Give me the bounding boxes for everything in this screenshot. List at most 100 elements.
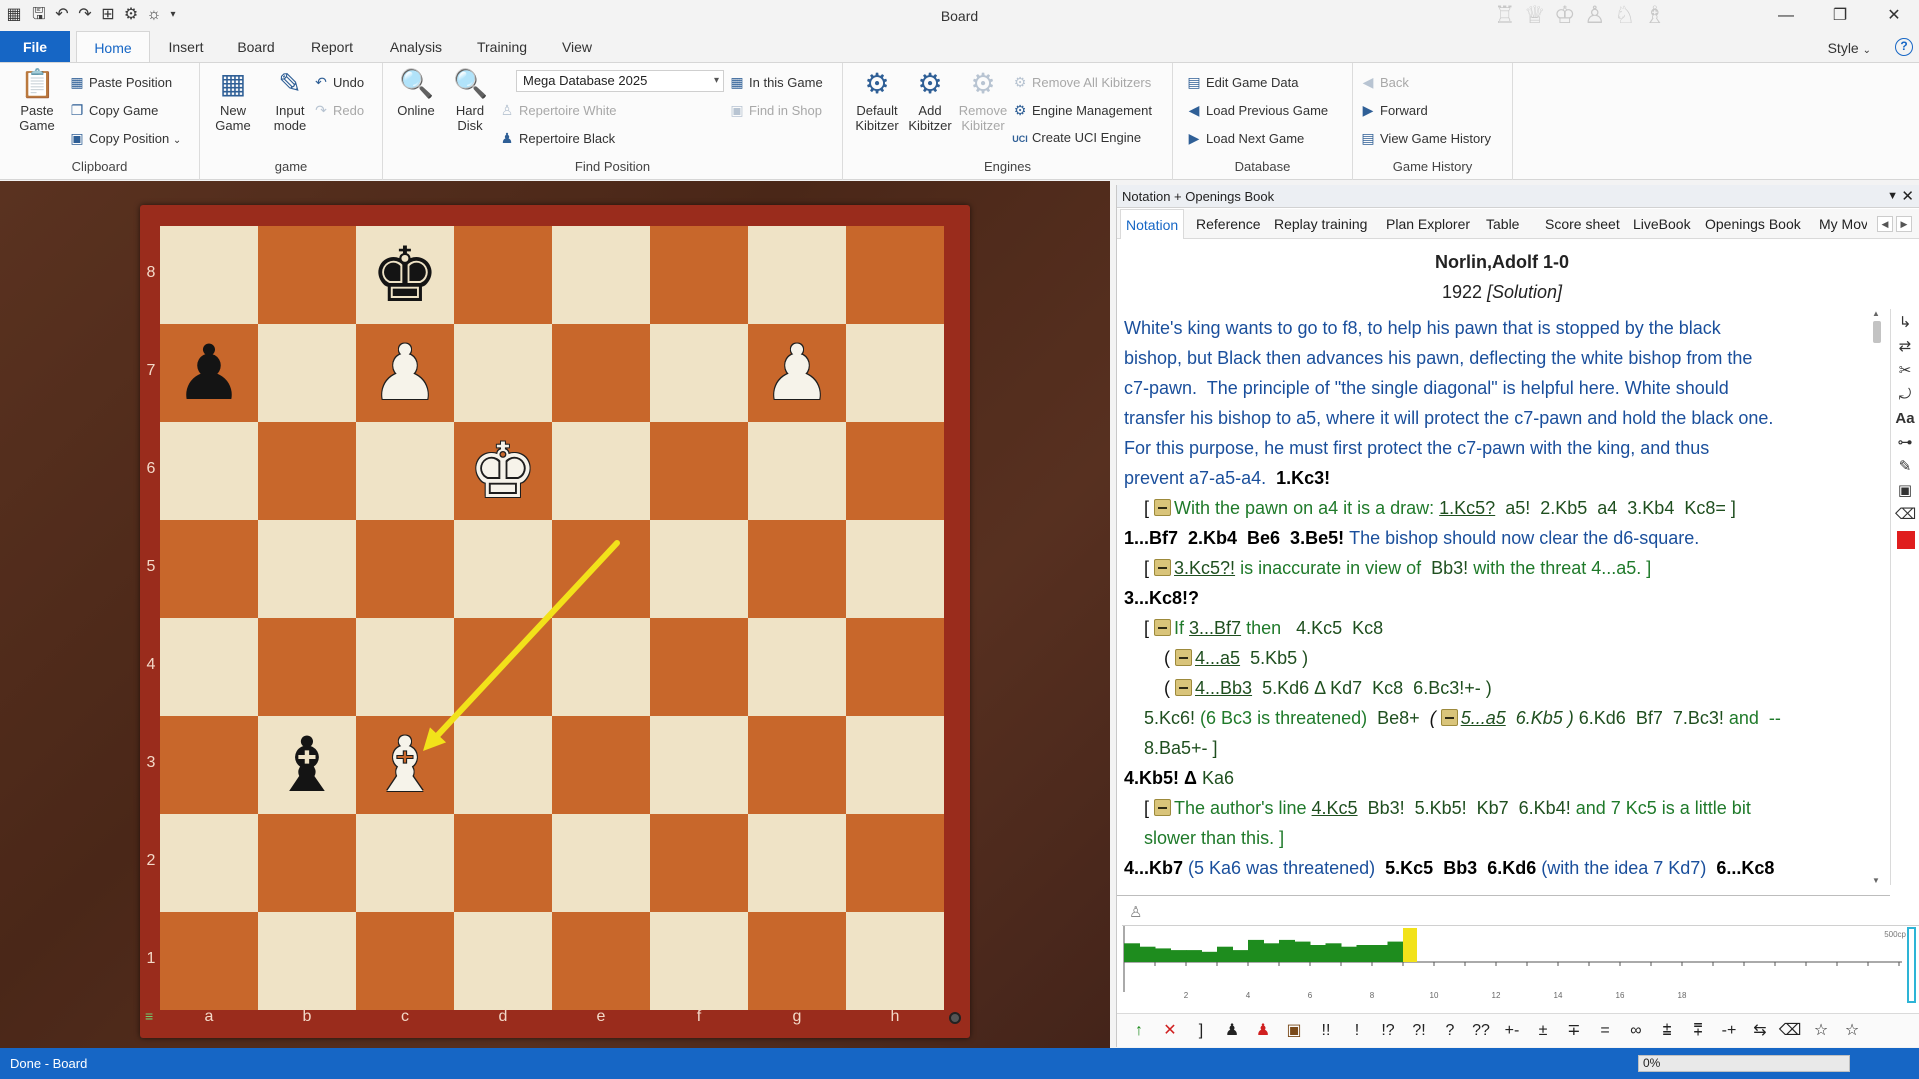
square-b1[interactable]	[258, 912, 356, 1010]
scroll-thumb[interactable]	[1873, 321, 1881, 343]
collapse-variation-icon[interactable]	[1175, 649, 1193, 666]
edit-game-data-button[interactable]: ▤ Edit Game Data	[1185, 71, 1298, 93]
notation-line[interactable]: [ If 3...Bf7 then 4.Kc5 Kc8	[1124, 613, 1869, 643]
square-e3[interactable]	[552, 716, 650, 814]
square-h6[interactable]	[846, 422, 944, 520]
tab-home[interactable]: Home	[76, 31, 150, 63]
white-bishop-c3[interactable]: ♝	[356, 716, 454, 814]
portrait-icon[interactable]: ▣	[1895, 481, 1915, 501]
square-c5[interactable]	[356, 520, 454, 618]
tab-openings-book[interactable]: Openings Book	[1705, 209, 1801, 239]
remove-kibitzer-button[interactable]: ⚙ Remove Kibitzer	[957, 67, 1009, 133]
notation-segment[interactable]: Ka6	[1202, 768, 1234, 788]
square-g1[interactable]	[748, 912, 846, 1010]
square-f7[interactable]	[650, 324, 748, 422]
notation-line[interactable]: 8.Ba5+- ]	[1124, 733, 1869, 763]
pen-icon[interactable]: ✎	[1895, 457, 1915, 477]
evaluation-graph[interactable]: 2 4 6 8 10 12 14 16 18 500cp	[1122, 925, 1919, 1005]
annotation-symbol-button[interactable]: !!	[1313, 1021, 1339, 1041]
collapse-variation-icon[interactable]	[1154, 559, 1172, 576]
in-this-game-button[interactable]: ▦ In this Game	[728, 71, 822, 93]
paste-game-button[interactable]: 📋 Paste Game	[8, 67, 66, 133]
square-c6[interactable]	[356, 422, 454, 520]
square-g3[interactable]	[748, 716, 846, 814]
tab-score-sheet[interactable]: Score sheet	[1545, 209, 1620, 239]
notation-line[interactable]: 4.Kb5! Δ Ka6	[1124, 763, 1869, 793]
star-add-icon[interactable]: ☆	[1840, 1021, 1864, 1041]
square-g4[interactable]	[748, 618, 846, 716]
notation-line[interactable]: For this purpose, he must first protect …	[1124, 433, 1869, 463]
red-pawn-icon[interactable]: ♟	[1251, 1021, 1275, 1041]
board-grid-icon[interactable]: ⊞	[98, 5, 118, 25]
square-d1[interactable]	[454, 912, 552, 1010]
notation-segment[interactable]: 8.Ba5+- ]	[1124, 738, 1218, 758]
tab-plan-explorer[interactable]: Plan Explorer	[1386, 209, 1470, 239]
square-e1[interactable]	[552, 912, 650, 1010]
square-d3[interactable]	[454, 716, 552, 814]
notation-text[interactable]: White's king wants to go to f8, to help …	[1124, 313, 1869, 883]
back-button[interactable]: ◀ Back	[1359, 71, 1409, 93]
notation-line[interactable]: slower than this. ]	[1124, 823, 1869, 853]
eraser-icon[interactable]: ⌫	[1895, 505, 1916, 525]
redo-icon[interactable]: ↷	[75, 5, 95, 25]
default-kibitzer-button[interactable]: ⚙ Default Kibitzer	[851, 67, 903, 133]
notation-line[interactable]: [ 3.Kc5?! is inaccurate in view of Bb3! …	[1124, 553, 1869, 583]
square-e5[interactable]	[552, 520, 650, 618]
online-button[interactable]: 🔍 Online	[391, 67, 441, 118]
notation-line[interactable]: White's king wants to go to f8, to help …	[1124, 313, 1869, 343]
add-kibitzer-button[interactable]: ⚙ Add Kibitzer	[905, 67, 955, 133]
white-pawn-g7[interactable]: ♟	[748, 324, 846, 422]
annotation-symbol-button[interactable]: +-	[1499, 1021, 1525, 1041]
repertoire-black-button[interactable]: ♟ Repertoire Black	[498, 127, 615, 149]
tab-reference[interactable]: Reference	[1196, 209, 1261, 239]
collapse-variation-icon[interactable]	[1154, 799, 1172, 816]
style-menu[interactable]: Style ⌄	[1828, 40, 1871, 56]
collapse-variation-icon[interactable]	[1175, 679, 1193, 696]
square-b5[interactable]	[258, 520, 356, 618]
notation-line[interactable]: c7-pawn. The principle of "the single di…	[1124, 373, 1869, 403]
square-g8[interactable]	[748, 226, 846, 324]
delete-variation-icon[interactable]: ✂	[1895, 361, 1915, 381]
annotation-symbol-button[interactable]: ⩲	[1654, 1021, 1680, 1041]
notation-line[interactable]: [ With the pawn on a4 it is a draw: 1.Kc…	[1124, 493, 1869, 523]
font-icon[interactable]: Aa	[1895, 409, 1915, 429]
notation-segment[interactable]: 4...a5	[1195, 648, 1240, 668]
square-d4[interactable]	[454, 618, 552, 716]
notation-segment[interactable]: 6.Kd6 Bf7 7.Bc3!	[1579, 708, 1729, 728]
square-d8[interactable]	[454, 226, 552, 324]
notation-segment[interactable]: 5.Kc5 Bb3 6.Kd6	[1380, 858, 1541, 878]
square-e7[interactable]	[552, 324, 650, 422]
notation-segment[interactable]: 4.Kb5! Δ	[1124, 768, 1202, 788]
square-a2[interactable]	[160, 814, 258, 912]
square-e6[interactable]	[552, 422, 650, 520]
insert-arrow-icon[interactable]: ↳	[1895, 313, 1915, 333]
square-b2[interactable]	[258, 814, 356, 912]
view-game-history-button[interactable]: ▤ View Game History	[1359, 127, 1491, 149]
annotation-symbol-button[interactable]: ±	[1530, 1021, 1556, 1041]
green-arrow-icon[interactable]: ↑	[1127, 1021, 1151, 1041]
tab-scroll-left-icon[interactable]: ◀	[1877, 216, 1893, 232]
square-b8[interactable]	[258, 226, 356, 324]
notation-line[interactable]: 3...Kc8!?	[1124, 583, 1869, 613]
color-marker-icon[interactable]	[1897, 531, 1915, 549]
square-f6[interactable]	[650, 422, 748, 520]
white-pawn-c7[interactable]: ♟	[356, 324, 454, 422]
square-h8[interactable]	[846, 226, 944, 324]
tab-analysis[interactable]: Analysis	[384, 31, 448, 63]
black-bishop-b3[interactable]: ♝	[258, 716, 356, 814]
chess-board[interactable]: ♚ ♟ ♟ ♟ ♚ ♝ ♝	[160, 226, 944, 1010]
eraser-icon[interactable]: ⌫	[1778, 1021, 1802, 1041]
notation-line[interactable]: bishop, but Black then advances his pawn…	[1124, 343, 1869, 373]
notation-line[interactable]: ( 4...a5 5.Kb5 )	[1124, 643, 1869, 673]
star-icon[interactable]: ☆	[1809, 1021, 1833, 1041]
square-c1[interactable]	[356, 912, 454, 1010]
square-a6[interactable]	[160, 422, 258, 520]
square-f4[interactable]	[650, 618, 748, 716]
tab-insert[interactable]: Insert	[160, 31, 212, 63]
square-b4[interactable]	[258, 618, 356, 716]
square-h4[interactable]	[846, 618, 944, 716]
square-h1[interactable]	[846, 912, 944, 1010]
delete-arrows-icon[interactable]: ✕	[1158, 1021, 1182, 1041]
square-h3[interactable]	[846, 716, 944, 814]
square-e2[interactable]	[552, 814, 650, 912]
